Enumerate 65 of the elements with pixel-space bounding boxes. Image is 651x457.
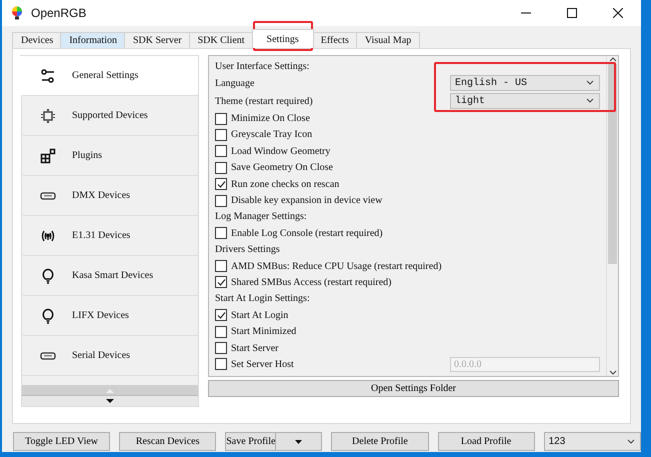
sidebar-item[interactable]: General Settings <box>20 55 198 95</box>
footer-button[interactable]: Rescan Devices <box>119 432 216 451</box>
checkbox-label: Enable Log Console (restart required) <box>231 228 383 239</box>
setting-label: Language <box>215 78 256 89</box>
section-heading: Drivers Settings <box>215 244 280 256</box>
host-field[interactable]: 0.0.0.0 <box>450 356 600 372</box>
checkbox-label: Minimize On Close <box>231 113 310 124</box>
chevron-down-icon <box>608 368 616 376</box>
checkbox-label: Shared SMBus Access (restart required) <box>231 276 392 288</box>
save-profile-button[interactable]: Save Profile <box>225 432 322 451</box>
checkbox-label: AMD SMBus: Reduce CPU Usage (restart required) <box>231 260 442 272</box>
checkbox[interactable] <box>215 178 227 190</box>
tab[interactable]: Information <box>60 32 126 48</box>
section-heading: Log Manager Settings: <box>215 211 307 222</box>
checkbox-label: Start Server <box>231 342 278 354</box>
light-bulb-icon <box>40 268 56 284</box>
checkbox[interactable] <box>215 358 227 370</box>
footer-button[interactable]: Delete Profile <box>331 432 428 451</box>
chevron-down-icon <box>626 436 636 446</box>
light-bulb-icon <box>40 308 56 324</box>
checkbox[interactable] <box>215 145 227 158</box>
section-heading: User Interface Settings: <box>215 60 310 72</box>
checkbox[interactable] <box>215 326 227 338</box>
up-arrow-icon <box>106 388 114 392</box>
checkbox-label: Run zone checks on rescan <box>231 178 340 190</box>
dropdown[interactable]: English - US <box>450 75 600 92</box>
checkbox[interactable] <box>215 194 227 207</box>
plugins-icon <box>40 148 56 164</box>
checkbox-label: Save Geometry On Close <box>231 162 333 174</box>
checkbox-label: Set Server Host <box>231 358 294 370</box>
checkbox-label: Start At Login <box>231 310 288 321</box>
profile-dropdown[interactable]: 123 <box>544 432 641 451</box>
checkbox[interactable] <box>215 128 227 141</box>
section-heading: Start At Login Settings: <box>215 293 310 304</box>
checkbox-label: Greyscale Tray Icon <box>231 129 312 140</box>
dropdown[interactable]: light <box>450 93 600 110</box>
app-logo-icon <box>11 6 23 20</box>
checkbox[interactable] <box>215 227 227 240</box>
sliders-icon <box>40 68 56 84</box>
checkbox-label: Start Minimized <box>231 326 296 338</box>
checkbox[interactable] <box>215 276 227 288</box>
tab[interactable]: Settings <box>252 29 314 48</box>
checkbox[interactable] <box>215 162 227 174</box>
checkbox[interactable] <box>215 342 227 354</box>
close-icon <box>613 8 623 18</box>
checkbox[interactable] <box>215 309 227 322</box>
footer-button[interactable]: Toggle LED View <box>13 432 110 451</box>
chevron-up-icon <box>608 56 616 64</box>
checkbox-label: Disable key expansion in device view <box>231 195 382 206</box>
maximize-icon <box>567 8 577 18</box>
tab[interactable]: SDK Client <box>188 32 254 48</box>
checkbox[interactable] <box>215 112 227 125</box>
setting-label: Theme (restart required) <box>215 96 314 107</box>
checkbox-label: Load Window Geometry <box>231 146 330 157</box>
footer-button[interactable]: Load Profile <box>438 432 535 451</box>
open-settings-folder-button[interactable]: Open Settings Folder <box>208 380 619 397</box>
scrollbar[interactable] <box>606 56 618 376</box>
checkbox[interactable] <box>215 260 227 272</box>
down-arrow-icon <box>106 398 114 404</box>
tab[interactable]: Devices <box>12 32 62 48</box>
tab[interactable]: Visual Map <box>356 32 420 48</box>
window-title: OpenRGB <box>31 6 88 20</box>
caret-icon <box>295 440 302 444</box>
chip-icon <box>40 108 56 124</box>
tab[interactable]: SDK Server <box>124 32 191 48</box>
